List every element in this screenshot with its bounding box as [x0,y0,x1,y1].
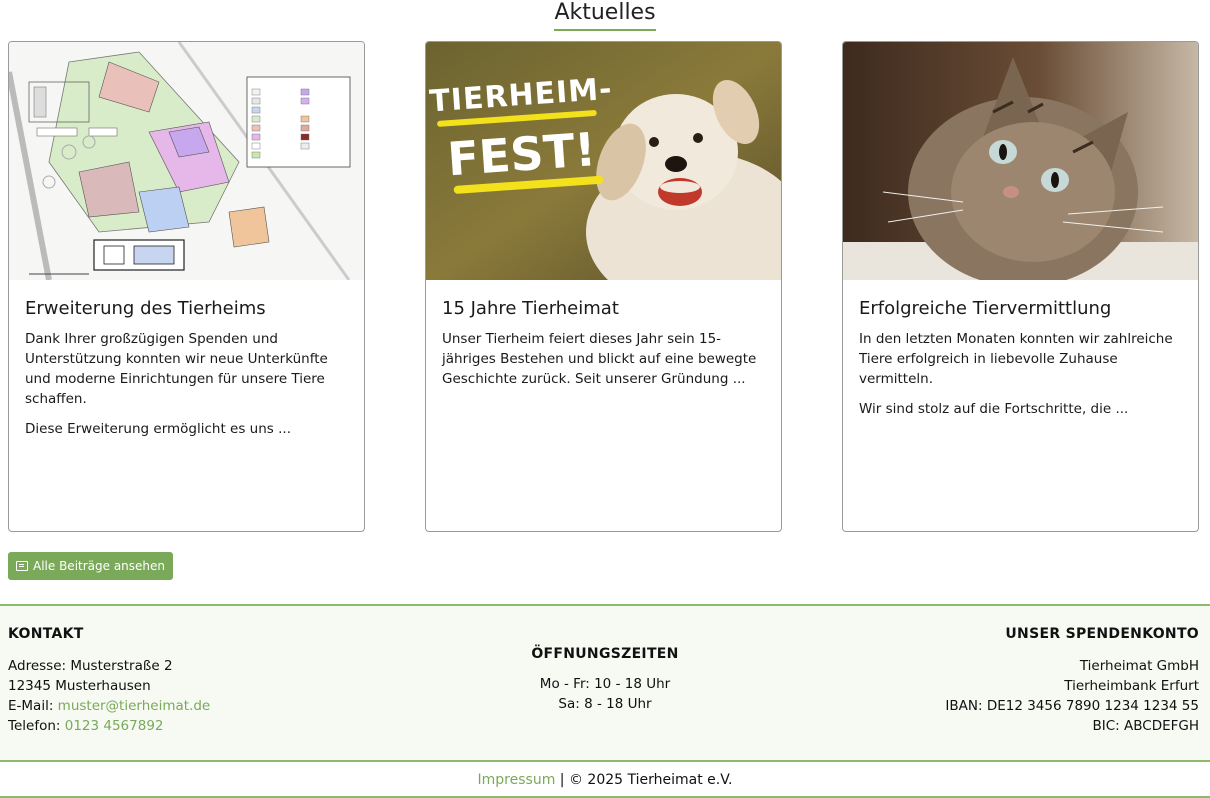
donation-heading: UNSER SPENDENKONTO [1005,626,1199,642]
phone-link[interactable]: 0123 4567892 [65,718,164,734]
puppy-fest-image: TIERHEIM- FEST! [426,42,781,280]
bottom-bar: Impressum | © 2025 Tierheimat e.V. [0,772,1210,788]
donation-bank: Tierheimbank Erfurt [1064,678,1199,694]
cat-photo-image [843,42,1198,280]
all-posts-button[interactable]: Alle Beiträge ansehen [8,552,174,580]
news-card-anniversary[interactable]: TIERHEIM- FEST! 15 Jahre Tierheimat Unse… [425,41,782,532]
fest-banner-text: TIERHEIM- FEST! [428,72,619,196]
section-title: Aktuelles [0,0,1210,31]
phone-label: Telefon: [8,718,65,734]
card-title[interactable]: Erfolgreiche Tiervermittlung [859,298,1182,319]
card-title[interactable]: Erweiterung des Tierheims [25,298,348,319]
contact-heading: KONTAKT [8,626,84,642]
donation-name: Tierheimat GmbH [1079,658,1199,674]
card-text: Dank Ihrer großzügigen Spenden und Unter… [25,331,328,407]
all-posts-button-label: Alle Beiträge ansehen [33,559,166,573]
card-text: In den letzten Monaten konnten wir zahlr… [859,331,1173,387]
news-card-expansion[interactable]: Erweiterung des Tierheims Dank Ihrer gro… [8,41,365,532]
news-card-adoption[interactable]: Erfolgreiche Tiervermittlung In den letz… [842,41,1199,532]
footer: KONTAKT Adresse: Musterstraße 2 12345 Mu… [0,604,1210,762]
card-text: Unser Tierheim feiert dieses Jahr sein 1… [442,331,757,387]
contact-phone-line: Telefon: 0123 4567892 [8,716,210,736]
card-title[interactable]: 15 Jahre Tierheimat [442,298,765,319]
donation-bic: BIC: ABCDEFGH [1092,718,1200,734]
section-title-text: Aktuelles [554,0,656,31]
newspaper-icon [16,561,28,571]
site-plan-image [9,42,364,280]
donation-iban: IBAN: DE12 3456 7890 1234 1234 55 [945,698,1199,714]
copyright-text: | © 2025 Tierheimat e.V. [555,772,733,788]
card-text: Wir sind stolz auf die Fortschritte, die… [859,401,1129,417]
impressum-link[interactable]: Impressum [478,772,556,788]
footer-donation: UNSER SPENDENKONTO Tierheimat GmbH Tierh… [945,626,1199,736]
card-text: Diese Erweiterung ermöglicht es uns ... [25,421,291,437]
